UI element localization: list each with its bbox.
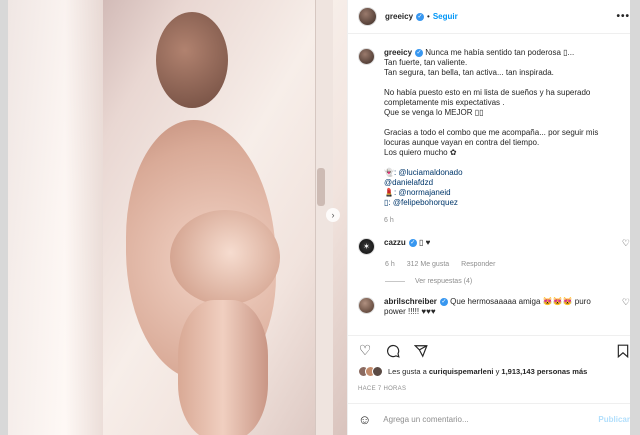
avatar bbox=[372, 366, 383, 377]
comment-item: abrilschreiber ✓ Que hermosaaaaa amiga 😻😻… bbox=[358, 297, 630, 317]
reply-button[interactable]: Responder bbox=[461, 261, 495, 268]
share-icon[interactable] bbox=[414, 344, 428, 358]
photo-leg bbox=[178, 300, 268, 435]
caption-credits: 👻: @luciamaldonado @danielafdzd 💄: @norm… bbox=[384, 168, 624, 208]
door-handle bbox=[317, 168, 325, 206]
separator-dot: • bbox=[427, 12, 430, 21]
comment-username[interactable]: cazzu bbox=[384, 238, 406, 247]
credit-tag[interactable]: 💄: @normajaneid bbox=[384, 188, 624, 198]
heart-icon[interactable]: ♡ bbox=[622, 238, 630, 249]
post-username[interactable]: greeicy bbox=[385, 12, 413, 21]
backdrop-right bbox=[630, 0, 640, 435]
heart-icon[interactable]: ♡ bbox=[622, 297, 630, 308]
likes-count[interactable]: 1,913,143 personas más bbox=[501, 367, 587, 376]
post-time-ago[interactable]: HACE 7 HORAS bbox=[358, 386, 406, 392]
likes-first-user[interactable]: curiquispemarleni bbox=[429, 367, 494, 376]
credit-tag[interactable]: 👻: @luciamaldonado bbox=[384, 168, 624, 178]
comments-list[interactable]: greeicy ✓ Nunca me había sentido tan pode… bbox=[348, 40, 640, 327]
comment-time[interactable]: 6 h bbox=[385, 261, 395, 268]
verified-icon: ✓ bbox=[439, 297, 448, 306]
post-side-panel: greeicy ✓ • Seguir ••• greeicy ✓ Nunca me… bbox=[347, 0, 640, 435]
commenter-avatar[interactable]: ✶ bbox=[358, 238, 375, 255]
caption-text-2: No había puesto esto en mi lista de sueñ… bbox=[384, 88, 591, 117]
comment-composer: ☺ Publicar bbox=[348, 403, 640, 435]
action-bar: ♡ bbox=[348, 335, 640, 365]
verified-icon: ✓ bbox=[415, 48, 424, 57]
comment-likes[interactable]: 312 Me gusta bbox=[407, 261, 449, 268]
caption-text-1: Nunca me había sentido tan poderosa ▯...… bbox=[384, 48, 575, 77]
replies-divider bbox=[385, 281, 405, 282]
spider-icon: ✶ bbox=[363, 242, 370, 251]
caption-time[interactable]: 6 h bbox=[384, 216, 624, 226]
comment-username[interactable]: abrilschreiber bbox=[384, 297, 437, 306]
caption-username[interactable]: greeicy bbox=[384, 48, 412, 57]
carousel-next-button[interactable]: › bbox=[326, 208, 340, 222]
caption: greeicy ✓ Nunca me había sentido tan pode… bbox=[358, 48, 630, 226]
heart-icon[interactable]: ♡ bbox=[358, 342, 372, 358]
comment-item: ✶ cazzu ✓ ▯ ♥ ♡ 6 h 312 Me gusta Responde… bbox=[358, 238, 630, 285]
verified-icon: ✓ bbox=[416, 12, 425, 21]
follow-button[interactable]: Seguir bbox=[433, 12, 458, 21]
caption-text-3: Gracias a todo el combo que me acompaña.… bbox=[384, 128, 599, 157]
window-light bbox=[8, 0, 103, 435]
liker-avatars bbox=[358, 366, 383, 377]
photo-belly bbox=[170, 210, 280, 305]
emoji-icon[interactable]: ☺ bbox=[358, 412, 371, 427]
post-header: greeicy ✓ • Seguir ••• bbox=[348, 0, 640, 34]
photo-head bbox=[156, 12, 228, 108]
comment-text: ▯ ♥ bbox=[419, 238, 431, 247]
more-options-icon[interactable]: ••• bbox=[616, 11, 630, 22]
commenter-avatar[interactable] bbox=[358, 297, 375, 314]
likes-summary[interactable]: Les gusta a curiquispemarleni y 1,913,14… bbox=[358, 366, 587, 377]
avatar[interactable] bbox=[358, 7, 377, 26]
view-replies-label: Ver respuestas (4) bbox=[415, 278, 473, 285]
view-replies-button[interactable]: Ver respuestas (4) bbox=[385, 278, 630, 285]
credit-tag[interactable]: @danielafdzd bbox=[384, 178, 624, 188]
backdrop-left bbox=[0, 0, 8, 435]
comment-meta: 6 h 312 Me gusta Responder bbox=[385, 261, 630, 268]
publish-button[interactable]: Publicar bbox=[598, 415, 630, 424]
verified-icon: ✓ bbox=[408, 238, 417, 247]
caption-avatar[interactable] bbox=[358, 48, 375, 65]
credit-tag[interactable]: ▯: @felipebohorquez bbox=[384, 198, 624, 208]
comment-input[interactable] bbox=[383, 415, 584, 424]
likes-prefix: Les gusta a bbox=[388, 367, 429, 376]
bookmark-icon[interactable] bbox=[616, 344, 630, 358]
comment-icon[interactable] bbox=[386, 344, 400, 358]
post-photo[interactable] bbox=[8, 0, 347, 435]
caption-body: greeicy ✓ Nunca me había sentido tan pode… bbox=[384, 48, 624, 226]
